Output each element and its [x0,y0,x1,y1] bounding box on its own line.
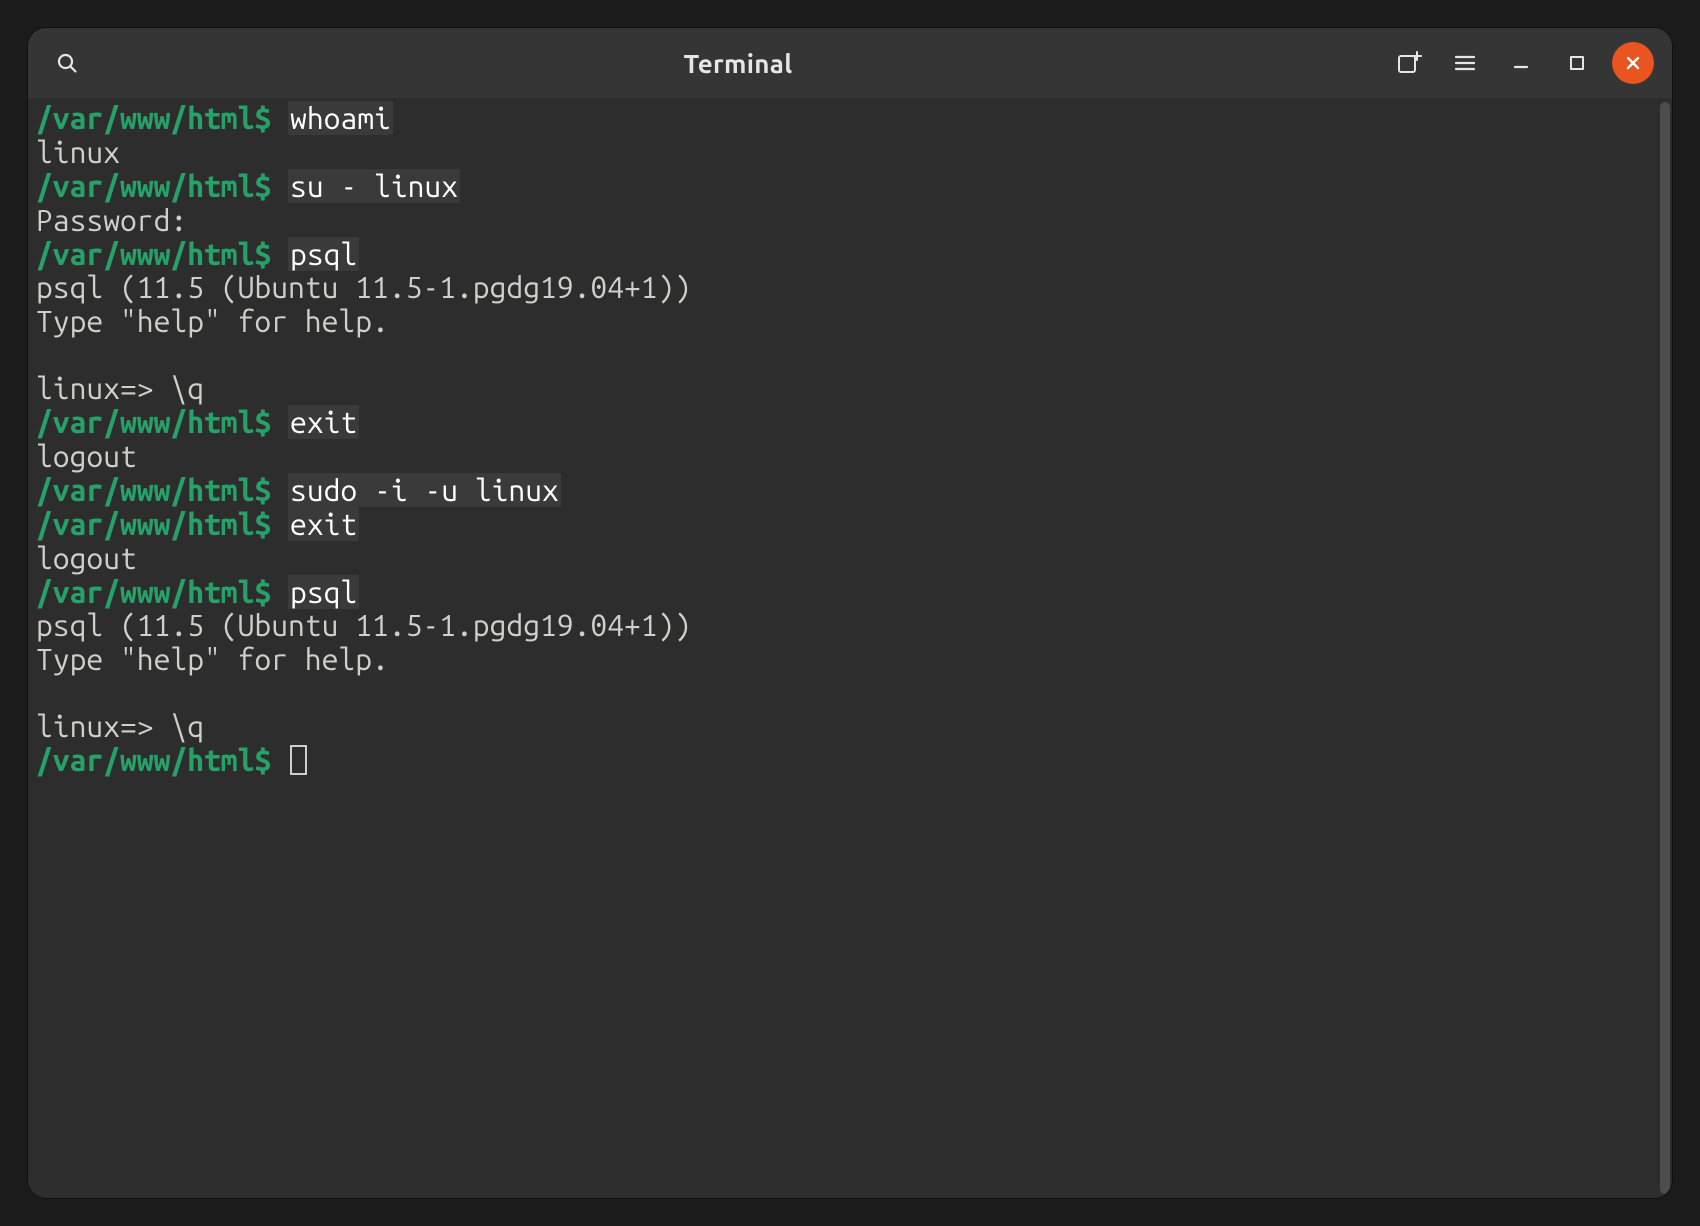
prompt-path: /var/www/html [36,237,254,271]
output-text: logout [36,541,137,575]
prompt-path: /var/www/html [36,473,254,507]
prompt-path: /var/www/html [36,507,254,541]
output-text: psql (11.5 (Ubuntu 11.5-1.pgdg19.04+1)) [36,608,691,642]
command-text: psql [288,237,359,271]
prompt-path: /var/www/html [36,743,254,777]
terminal-output[interactable]: /var/www/html$ whoamilinux/var/www/html$… [28,98,1658,1198]
titlebar: Terminal [28,28,1672,98]
cursor [290,745,307,775]
output-text: Type "help" for help. [36,304,389,338]
output-text: Type "help" for help. [36,642,389,676]
hamburger-icon[interactable] [1444,42,1486,84]
prompt-sigil: $ [254,507,271,541]
command-text: whoami [288,101,393,135]
terminal-line: logout [36,440,1650,474]
terminal-line: psql (11.5 (Ubuntu 11.5-1.pgdg19.04+1)) [36,609,1650,643]
terminal-line: Password: [36,204,1650,238]
prompt-path: /var/www/html [36,169,254,203]
terminal-line: /var/www/html$ sudo -i -u linux [36,474,1650,508]
prompt-sigil: $ [254,101,271,135]
output-text: logout [36,439,137,473]
terminal-line [36,339,1650,372]
output-text: linux=> \q [36,709,204,743]
scrollbar[interactable] [1658,98,1672,1198]
prompt-sigil: $ [254,169,271,203]
terminal-line: linux [36,136,1650,170]
terminal-line: linux=> \q [36,372,1650,406]
search-icon[interactable] [46,42,88,84]
prompt-path: /var/www/html [36,101,254,135]
terminal-line [36,677,1650,710]
terminal-line: Type "help" for help. [36,643,1650,677]
prompt-sigil: $ [254,575,271,609]
terminal-line: /var/www/html$ whoami [36,102,1650,136]
terminal-line: Type "help" for help. [36,305,1650,339]
terminal-window: Terminal [28,28,1672,1198]
minimize-button[interactable] [1500,42,1542,84]
prompt-path: /var/www/html [36,575,254,609]
maximize-button[interactable] [1556,42,1598,84]
command-text: psql [288,575,359,609]
prompt-sigil: $ [254,237,271,271]
prompt-sigil: $ [254,405,271,439]
terminal-line: /var/www/html$ exit [36,508,1650,542]
command-text: exit [288,405,359,439]
terminal-line: /var/www/html$ [36,744,1650,778]
output-text: Password: [36,203,187,237]
prompt-sigil: $ [254,473,271,507]
command-text: su - linux [288,169,460,203]
window-title: Terminal [684,49,793,78]
output-text: psql (11.5 (Ubuntu 11.5-1.pgdg19.04+1)) [36,270,691,304]
terminal-line: /var/www/html$ psql [36,576,1650,610]
scrollbar-thumb[interactable] [1660,102,1670,1194]
terminal-line: /var/www/html$ psql [36,238,1650,272]
terminal-line: logout [36,542,1650,576]
terminal-line: /var/www/html$ exit [36,406,1650,440]
close-button[interactable] [1612,42,1654,84]
terminal-line: /var/www/html$ su - linux [36,170,1650,204]
prompt-path: /var/www/html [36,405,254,439]
terminal-line: psql (11.5 (Ubuntu 11.5-1.pgdg19.04+1)) [36,271,1650,305]
command-text: exit [288,507,359,541]
command-text: sudo -i -u linux [288,473,561,507]
output-text: linux [36,135,120,169]
output-text: linux=> \q [36,371,204,405]
terminal-line: linux=> \q [36,710,1650,744]
prompt-sigil: $ [254,743,271,777]
new-tab-icon[interactable] [1388,42,1430,84]
